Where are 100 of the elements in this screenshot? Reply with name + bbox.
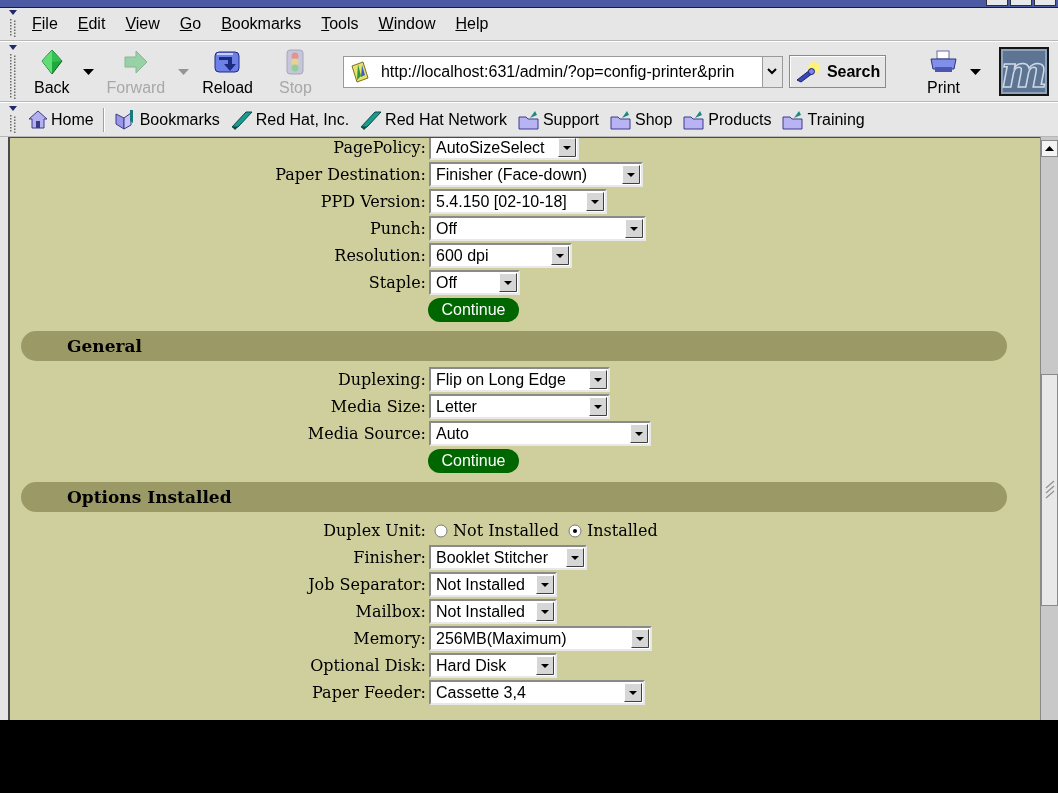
select-field[interactable]: 600 dpi <box>429 243 572 268</box>
menu-item[interactable]: File <box>22 15 68 33</box>
toolbar-grip[interactable] <box>8 43 18 100</box>
reload-button[interactable]: Reload <box>193 43 262 100</box>
field-label: Media Size: <box>330 397 426 416</box>
select-field[interactable]: Cassette 3,4 <box>429 680 645 705</box>
dropdown-arrow-icon <box>586 192 604 211</box>
dropdown-arrow-icon <box>630 424 648 443</box>
select-field[interactable]: Finisher (Face-down) <box>429 162 643 187</box>
select-field[interactable]: Not Installed <box>429 599 557 624</box>
field-label: Paper Destination: <box>275 165 426 184</box>
section-header: Options Installed <box>21 482 1007 512</box>
page-icon <box>348 60 371 83</box>
dropdown-arrow-icon <box>536 575 554 594</box>
reload-icon <box>213 48 243 75</box>
field-label: Media Source: <box>307 424 426 443</box>
dropdown-arrow-icon <box>631 629 649 648</box>
window-button[interactable] <box>1034 0 1056 6</box>
menu-item[interactable]: Go <box>169 15 212 33</box>
menu-item[interactable]: Help <box>445 15 499 33</box>
window-button[interactable] <box>1010 0 1032 6</box>
field-label: Finisher: <box>353 548 426 567</box>
dropdown-arrow-icon <box>536 602 554 621</box>
printer-icon <box>929 48 959 75</box>
select-field[interactable]: Auto <box>429 421 651 446</box>
select-field[interactable]: Off <box>429 270 520 295</box>
select-field[interactable]: 5.4.150 [02-10-18] <box>429 189 607 214</box>
field-label: PPD Version: <box>320 192 426 211</box>
dropdown-arrow-icon <box>589 370 607 389</box>
scrollbar-thumb[interactable] <box>1041 374 1058 606</box>
toolbar-grip[interactable] <box>8 9 18 39</box>
select-field[interactable]: AutoSizeSelect <box>429 138 579 160</box>
select-field[interactable]: Hard Disk <box>429 653 557 678</box>
folder-icon <box>782 109 805 130</box>
bookmarks-menu-button[interactable]: Bookmarks <box>112 106 222 133</box>
scrollbar-track[interactable] <box>1040 137 1058 720</box>
continue-button[interactable]: Continue <box>428 297 519 322</box>
select-field[interactable]: Letter <box>429 394 610 419</box>
arrow-left-icon <box>40 48 63 75</box>
radio-button[interactable] <box>434 523 448 538</box>
section-header: General <box>21 331 1007 361</box>
search-button[interactable]: Search <box>788 55 886 88</box>
menu-item[interactable]: Bookmarks <box>211 15 312 33</box>
dropdown-arrow-icon <box>566 548 584 567</box>
field-label: Punch: <box>369 219 426 238</box>
house-icon <box>28 110 48 129</box>
menu-item[interactable]: Tools <box>311 15 369 33</box>
folder-icon <box>517 109 540 130</box>
bookmark-link[interactable]: Red Hat Network <box>358 106 509 133</box>
dropdown-arrow-icon <box>536 656 554 675</box>
select-field[interactable]: Booklet Stitcher <box>429 545 587 570</box>
dropdown-arrow-icon <box>499 273 517 292</box>
window-button[interactable] <box>986 0 1008 6</box>
bookmark-link[interactable]: Red Hat, Inc. <box>228 106 352 133</box>
field-label: Duplexing: <box>337 370 426 389</box>
home-button[interactable]: Home <box>26 106 96 133</box>
field-label: Mailbox: <box>355 602 426 621</box>
field-label: Staple: <box>368 273 426 292</box>
bookmark-ribbon-icon <box>230 109 253 130</box>
continue-button[interactable]: Continue <box>428 448 519 473</box>
chevron-down-icon <box>767 68 778 75</box>
select-field[interactable]: Flip on Long Edge <box>429 367 610 392</box>
scroll-up-button[interactable] <box>1041 140 1058 157</box>
address-field[interactable]: http://localhost:631/admin/?op=config-printer&prin <box>342 55 762 88</box>
caret-icon <box>970 68 981 75</box>
dropdown-arrow-icon <box>551 246 569 265</box>
field-label: Paper Feeder: <box>312 683 426 702</box>
menu-item[interactable]: Edit <box>67 15 116 33</box>
select-field[interactable]: 256MB(Maximum) <box>429 626 652 651</box>
arrow-right-icon <box>123 48 148 75</box>
select-field[interactable]: Not Installed <box>429 572 557 597</box>
radio-button[interactable] <box>567 523 582 538</box>
select-field[interactable]: Off <box>429 216 646 241</box>
grip-icon <box>1044 480 1055 500</box>
folder-icon <box>609 109 632 130</box>
back-button[interactable]: Back <box>25 43 79 100</box>
bookmark-folder-button[interactable]: Support <box>515 106 601 133</box>
print-button[interactable]: Print <box>921 43 966 100</box>
field-label: Resolution: <box>334 246 426 265</box>
field-label: Optional Disk: <box>310 656 426 675</box>
dropdown-arrow-icon <box>625 219 643 238</box>
bookmark-folder-button[interactable]: Shop <box>607 106 675 133</box>
bookmark-folder-button[interactable]: Products <box>681 106 774 133</box>
dropdown-arrow-icon <box>589 397 607 416</box>
caret-up-icon <box>1045 146 1054 151</box>
toolbar-grip[interactable] <box>8 104 18 135</box>
radio-label: Not Installed <box>453 521 559 540</box>
dropdown-arrow-icon <box>624 683 642 702</box>
field-label: Job Separator: <box>308 575 426 594</box>
caret-icon <box>178 68 190 75</box>
dropdown-arrow-icon <box>622 165 640 184</box>
field-label: Memory: <box>353 629 426 648</box>
menu-item[interactable]: Window <box>368 15 446 33</box>
bookmark-folder-button[interactable]: Training <box>780 106 867 133</box>
radio-label: Installed <box>586 521 658 540</box>
bookmark-ribbon-icon <box>360 109 383 130</box>
field-label: PagePolicy: <box>333 138 426 157</box>
field-label: Duplex Unit: <box>323 521 426 540</box>
menu-item[interactable]: View <box>115 15 170 33</box>
address-dropdown-button[interactable] <box>761 55 783 88</box>
